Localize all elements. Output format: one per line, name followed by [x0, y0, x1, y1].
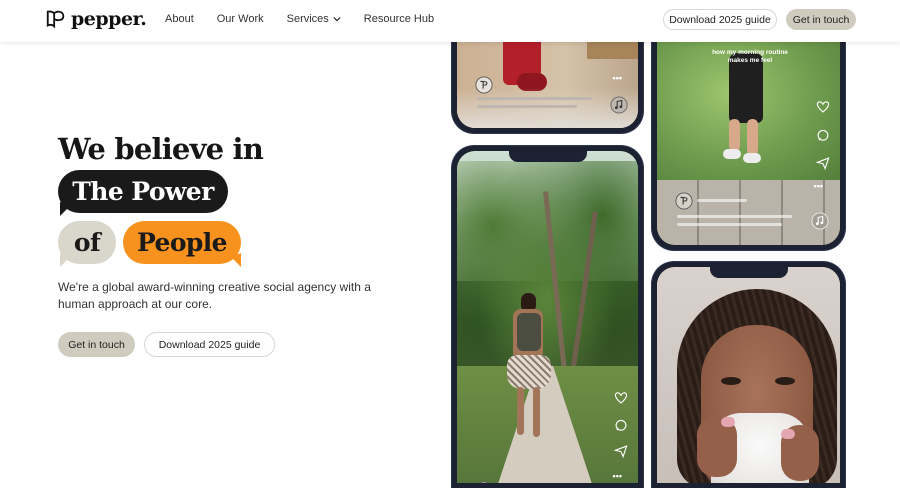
video-subject-shoe-right: [743, 153, 761, 163]
video-subject-leg-left: [729, 119, 740, 151]
logo-mark-icon: [46, 10, 65, 29]
chevron-down-icon: [333, 16, 341, 22]
hero-bubble-the-power-text: The Power: [72, 177, 214, 206]
video-subject-leg-right: [747, 119, 758, 155]
video-subject-leg-left: [517, 387, 524, 435]
nav-link-about[interactable]: About: [165, 13, 194, 25]
music-icon: [811, 212, 829, 230]
phone-screen-middle-left: •••: [457, 151, 638, 483]
video-subject-nail: [721, 417, 735, 427]
share-icon[interactable]: [816, 156, 830, 170]
phone-mockup-bottom-right: [652, 262, 845, 488]
video-subject-backpack: [517, 313, 541, 351]
phone-mockup-top-left: •••: [452, 30, 643, 133]
logo[interactable]: pepper.: [45, 8, 147, 30]
phone-screen-top-right: how my morning routine makes me feel •••: [657, 35, 840, 245]
nav-link-services-label: Services: [286, 13, 329, 25]
comment-icon[interactable]: [816, 129, 830, 143]
video-subject-nail: [781, 429, 795, 439]
caption-line: [677, 223, 782, 226]
phone-notch: [508, 151, 587, 162]
caption-line: [477, 105, 577, 108]
hero-download-guide-button[interactable]: Download 2025 guide: [144, 332, 275, 357]
hero-description: We're a global award-winning creative so…: [58, 280, 371, 311]
phone-mockup-middle-left: •••: [452, 146, 643, 488]
phone-notch: [709, 267, 788, 278]
hero-get-in-touch-button[interactable]: Get in touch: [58, 332, 135, 357]
video-caption-overlay: how my morning routine makes me feel: [712, 49, 788, 64]
caption-line: [477, 97, 592, 100]
profile-icon: [675, 192, 693, 210]
hero-bubble-the-power: The Power: [58, 170, 228, 213]
caption-line: [697, 199, 747, 202]
hero-bubble-people: People: [123, 221, 241, 264]
heart-icon[interactable]: [816, 100, 830, 114]
bubble-tail: [60, 202, 70, 216]
hero-bubble-of-text: of: [73, 228, 101, 257]
video-subject-shoe-left: [723, 149, 741, 159]
bubble-tail: [231, 253, 241, 267]
phone-screen-top-left: •••: [457, 35, 638, 128]
profile-icon: [479, 481, 489, 483]
top-navigation: pepper. About Our Work Services Resource…: [0, 0, 900, 42]
download-guide-button[interactable]: Download 2025 guide: [663, 9, 777, 30]
comment-icon[interactable]: [614, 419, 628, 433]
heart-icon[interactable]: [614, 391, 628, 405]
hero-bubble-people-text: People: [137, 228, 228, 257]
phone-screen-bottom-right: [657, 267, 840, 483]
get-in-touch-button[interactable]: Get in touch: [786, 9, 856, 30]
music-icon: [610, 96, 628, 114]
hero-heading-line: We believe in: [58, 132, 264, 166]
more-dots-icon: •••: [813, 181, 823, 191]
video-subject-eye: [775, 377, 795, 385]
more-dots-icon: •••: [612, 73, 622, 83]
nav-link-our-work[interactable]: Our Work: [217, 13, 264, 25]
video-subject-leg-right: [533, 387, 540, 437]
nav-links: About Our Work Services Resource Hub: [165, 13, 457, 25]
caption-line: [677, 215, 792, 218]
logo-text: pepper.: [71, 8, 147, 30]
video-subject-skirt: [507, 355, 551, 389]
nav-link-resource-hub[interactable]: Resource Hub: [364, 13, 434, 25]
bubble-tail: [60, 253, 70, 267]
profile-icon: [475, 76, 493, 94]
more-dots-icon: •••: [612, 471, 622, 481]
video-subject-eye: [721, 377, 741, 385]
nav-link-services[interactable]: Services: [287, 13, 341, 25]
share-icon[interactable]: [614, 444, 628, 458]
phone-mockup-top-right: how my morning routine makes me feel •••: [652, 30, 845, 250]
